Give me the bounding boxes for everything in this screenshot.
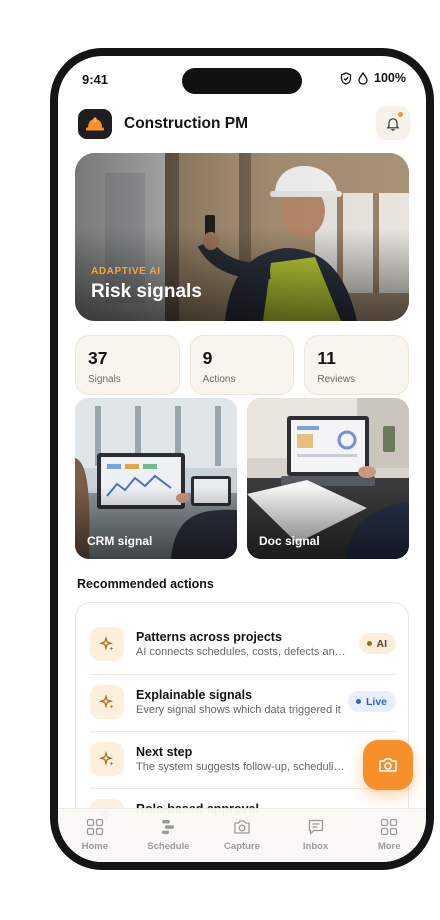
list-item[interactable]: Next step The system suggests follow-up,… xyxy=(90,731,396,788)
notification-dot xyxy=(398,112,403,117)
drop-icon xyxy=(358,71,368,85)
tile-label: Doc signal xyxy=(259,534,320,548)
camera-icon xyxy=(234,820,250,834)
stat-label: Reviews xyxy=(317,374,356,385)
tile-crm-signal[interactable]: CRM signal xyxy=(75,398,237,559)
stat-label: Actions xyxy=(202,374,236,385)
action-title: Patterns across projects xyxy=(136,630,282,644)
tab-label: Home xyxy=(81,841,108,852)
screen: 9:41 100% Construction PM ADAPTIVE AI Ri… xyxy=(58,56,426,862)
badge-dot xyxy=(366,641,372,646)
status-bar: 9:41 100% xyxy=(58,56,426,100)
shield-check-icon xyxy=(340,71,352,85)
tile-label: CRM signal xyxy=(87,534,153,548)
status-time: 9:41 xyxy=(82,72,109,87)
sparkles-icon xyxy=(90,742,124,776)
tab-label: Schedule xyxy=(147,841,190,852)
grid-icon xyxy=(86,818,103,836)
action-description: Every signal shows which data triggered … xyxy=(136,704,341,716)
sparkles-icon xyxy=(90,627,124,661)
capture-fab-button[interactable] xyxy=(363,740,413,790)
badge-label: AI xyxy=(376,637,388,650)
battery-level: 100% xyxy=(374,71,406,85)
tab-inbox[interactable]: Inbox xyxy=(279,809,353,862)
signal-tiles: CRM signal Doc signal xyxy=(75,398,409,559)
notifications-button[interactable] xyxy=(376,106,410,140)
tab-more[interactable]: More xyxy=(352,809,426,862)
tab-label: More xyxy=(377,841,401,852)
status-indicators: 100% xyxy=(340,71,406,85)
badge-dot xyxy=(355,699,361,704)
app-header: Construction PM xyxy=(78,106,410,140)
action-description: The system suggests follow-up, schedulin… xyxy=(136,761,350,773)
stat-card-reviews[interactable]: 11 Reviews xyxy=(304,335,410,395)
timeline-icon xyxy=(162,820,175,835)
sparkles-icon xyxy=(90,685,124,719)
camera-icon xyxy=(379,758,397,772)
stat-value: 11 xyxy=(317,348,336,368)
bell-icon xyxy=(386,117,400,131)
message-icon xyxy=(308,819,323,835)
grid-icon xyxy=(381,818,398,836)
stat-card-signals[interactable]: 37 Signals xyxy=(75,335,180,395)
tab-schedule[interactable]: Schedule xyxy=(132,809,206,862)
hero-title: Risk signals xyxy=(91,281,202,302)
stat-value: 37 xyxy=(88,348,108,368)
status-badge: Live xyxy=(347,691,396,712)
action-title: Next step xyxy=(136,745,193,759)
tab-home[interactable]: Home xyxy=(58,809,132,862)
action-description: AI connects schedules, costs, defects an… xyxy=(136,646,350,658)
section-title: Recommended actions xyxy=(77,577,214,591)
tab-label: Capture xyxy=(224,841,260,852)
tile-doc-signal[interactable]: Doc signal xyxy=(247,398,409,559)
phone-frame: 9:41 100% Construction PM ADAPTIVE AI Ri… xyxy=(50,48,434,870)
hard-hat-logo-icon xyxy=(78,109,112,139)
bottom-tab-bar: Home Schedule Capture Inbox More xyxy=(58,808,426,862)
badge-label: Live xyxy=(365,695,387,708)
hero-card-risk-signals[interactable]: ADAPTIVE AI Risk signals xyxy=(75,153,409,321)
tab-label: Inbox xyxy=(302,841,329,852)
stat-value: 9 xyxy=(202,348,213,368)
stats-row: 37 Signals 9 Actions 11 Reviews xyxy=(75,335,410,395)
tab-capture[interactable]: Capture xyxy=(205,809,279,862)
list-item[interactable]: Patterns across projects AI connects sch… xyxy=(90,617,396,674)
stat-label: Signals xyxy=(88,374,121,385)
hero-kicker: ADAPTIVE AI xyxy=(91,266,161,277)
list-item[interactable]: Explainable signals Every signal shows w… xyxy=(90,674,396,731)
action-title: Explainable signals xyxy=(136,688,253,702)
dynamic-island xyxy=(182,68,302,94)
stat-card-actions[interactable]: 9 Actions xyxy=(189,335,295,395)
app-title: Construction PM xyxy=(124,115,248,132)
status-badge: AI xyxy=(358,633,396,654)
